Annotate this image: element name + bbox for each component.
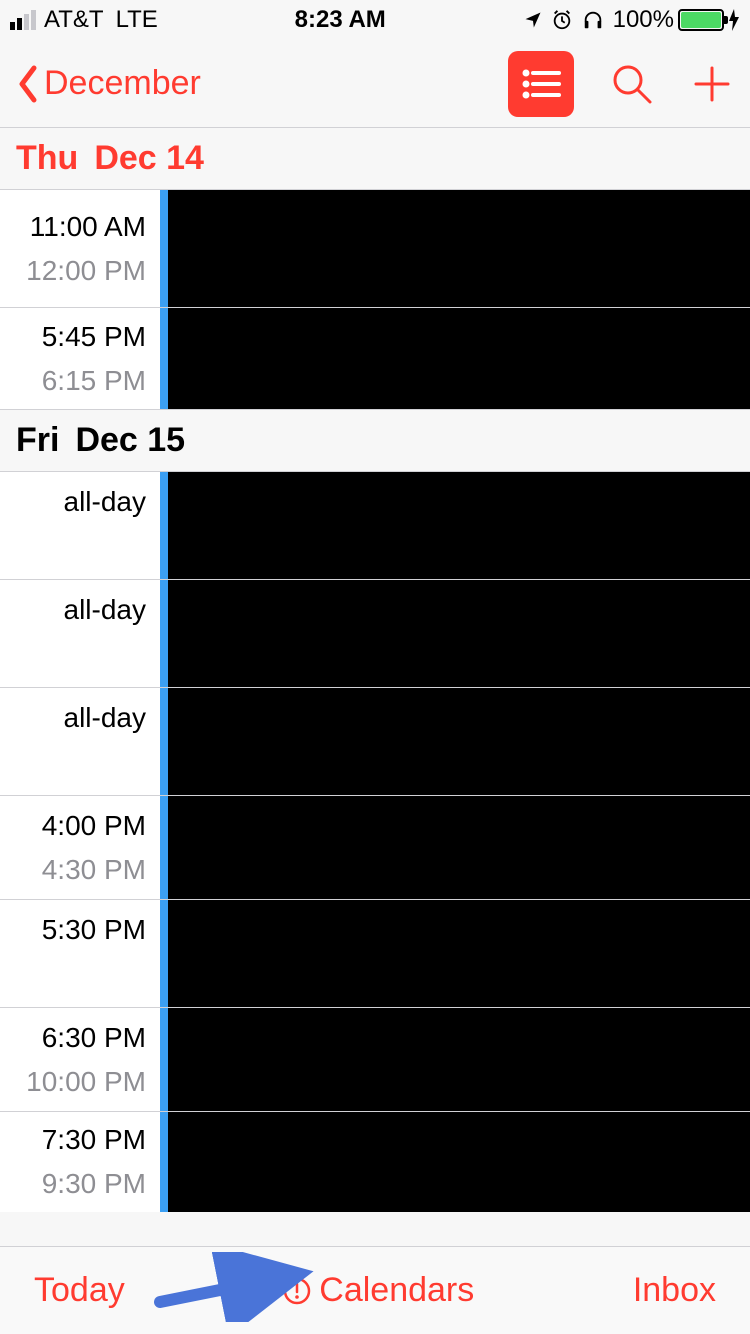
event-color-marker xyxy=(160,580,168,687)
event-color-marker xyxy=(160,900,168,1007)
event-start: 11:00 AM xyxy=(30,211,146,243)
event-body-redacted xyxy=(168,580,750,687)
event-start: 6:30 PM xyxy=(42,1022,146,1054)
battery-percent: 100% xyxy=(613,6,674,34)
event-row[interactable]: all-day xyxy=(0,580,750,688)
event-body-redacted xyxy=(168,1112,750,1212)
event-body-redacted xyxy=(168,688,750,795)
status-left: AT&T LTE xyxy=(10,6,158,34)
event-start: 7:30 PM xyxy=(42,1124,146,1156)
alert-icon xyxy=(283,1277,311,1305)
event-body-redacted xyxy=(168,190,750,307)
event-row[interactable]: all-day xyxy=(0,472,750,580)
add-event-button[interactable] xyxy=(690,62,734,106)
event-row[interactable]: 5:30 PM xyxy=(0,900,750,1008)
today-button[interactable]: Today xyxy=(34,1271,125,1310)
event-row[interactable]: 11:00 AM 12:00 PM xyxy=(0,190,750,308)
event-color-marker xyxy=(160,688,168,795)
chevron-left-icon xyxy=(16,64,40,104)
nav-bar: December xyxy=(0,40,750,128)
event-start: 5:30 PM xyxy=(42,914,146,946)
event-row[interactable]: 4:00 PM 4:30 PM xyxy=(0,796,750,900)
event-color-marker xyxy=(160,308,168,409)
event-color-marker xyxy=(160,190,168,307)
calendars-button[interactable]: Calendars xyxy=(283,1271,474,1310)
event-start: all-day xyxy=(64,702,146,734)
day-header: Fri Dec 15 xyxy=(0,410,750,472)
event-body-redacted xyxy=(168,900,750,1007)
event-end: 4:30 PM xyxy=(42,854,146,886)
list-icon xyxy=(521,68,561,100)
event-color-marker xyxy=(160,1008,168,1111)
network-label: LTE xyxy=(116,6,158,34)
event-end: 9:30 PM xyxy=(42,1168,146,1200)
event-start: all-day xyxy=(64,486,146,518)
day-of-week: Fri xyxy=(16,421,59,460)
calendars-label: Calendars xyxy=(319,1271,474,1310)
status-time: 8:23 AM xyxy=(295,6,386,34)
event-end: 6:15 PM xyxy=(42,365,146,397)
event-list[interactable]: Thu Dec 14 11:00 AM 12:00 PM 5:45 PM 6:1… xyxy=(0,128,750,1246)
headphones-icon xyxy=(581,9,605,31)
bottom-toolbar: Today Calendars Inbox xyxy=(0,1246,750,1334)
day-date: Dec 14 xyxy=(94,139,204,178)
event-end: 10:00 PM xyxy=(26,1066,146,1098)
charging-icon xyxy=(728,9,740,31)
status-right: 100% xyxy=(523,6,740,34)
event-row[interactable]: all-day xyxy=(0,688,750,796)
list-view-button[interactable] xyxy=(508,51,574,117)
event-color-marker xyxy=(160,472,168,579)
event-start: 4:00 PM xyxy=(42,810,146,842)
event-start: 5:45 PM xyxy=(42,321,146,353)
search-button[interactable] xyxy=(610,62,654,106)
back-button[interactable]: December xyxy=(16,64,201,104)
event-end: 12:00 PM xyxy=(26,255,146,287)
back-label: December xyxy=(44,64,201,103)
plus-icon xyxy=(690,62,734,106)
day-header: Thu Dec 14 xyxy=(0,128,750,190)
status-bar: AT&T LTE 8:23 AM 100% xyxy=(0,0,750,40)
day-of-week: Thu xyxy=(16,139,78,178)
event-start: all-day xyxy=(64,594,146,626)
event-body-redacted xyxy=(168,796,750,899)
signal-strength-icon xyxy=(10,10,36,30)
event-body-redacted xyxy=(168,308,750,409)
event-row[interactable]: 7:30 PM 9:30 PM xyxy=(0,1112,750,1212)
event-row[interactable]: 5:45 PM 6:15 PM xyxy=(0,308,750,410)
search-icon xyxy=(610,62,654,106)
event-color-marker xyxy=(160,796,168,899)
event-body-redacted xyxy=(168,1008,750,1111)
event-color-marker xyxy=(160,1112,168,1212)
alarm-icon xyxy=(551,9,573,31)
battery-icon xyxy=(678,9,724,31)
event-row[interactable]: 6:30 PM 10:00 PM xyxy=(0,1008,750,1112)
carrier-label: AT&T xyxy=(44,6,104,34)
location-icon xyxy=(523,10,543,30)
inbox-button[interactable]: Inbox xyxy=(633,1271,716,1310)
day-date: Dec 15 xyxy=(75,421,185,460)
event-body-redacted xyxy=(168,472,750,579)
